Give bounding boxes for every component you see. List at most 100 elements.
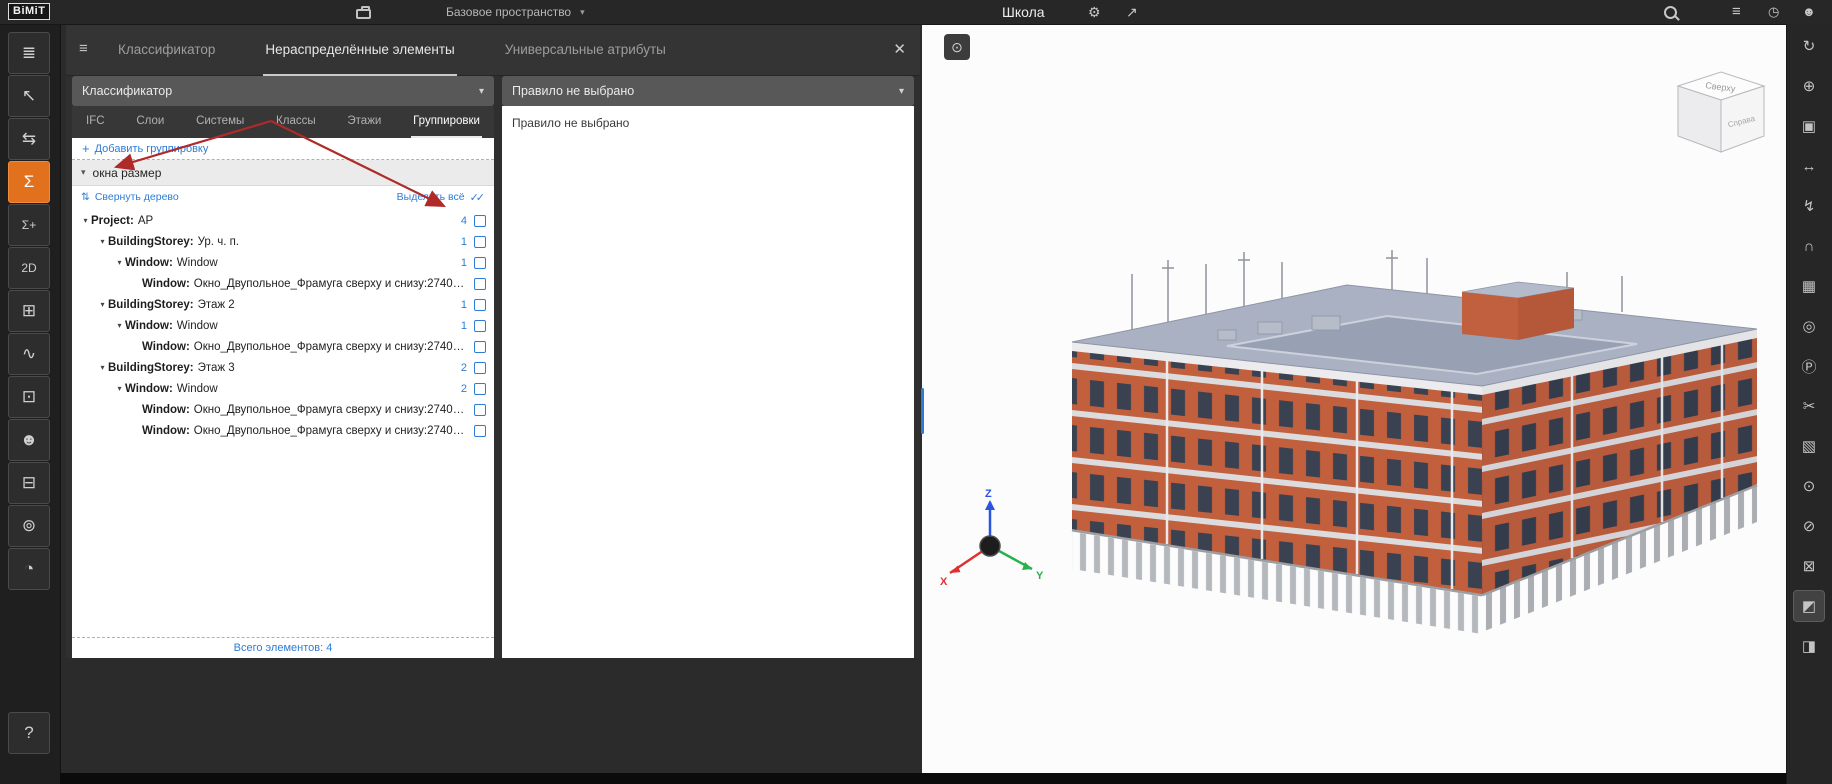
grid-icon[interactable]: ▦: [1793, 270, 1825, 302]
tree-row-checkbox[interactable]: [474, 299, 486, 311]
tree-expand-icon[interactable]: ▾: [114, 321, 125, 330]
history-icon[interactable]: ◷: [1768, 0, 1779, 24]
section-icon[interactable]: ✂: [1793, 390, 1825, 422]
tree-row[interactable]: ▾Window:Window2: [72, 378, 494, 399]
selection-frame-icon[interactable]: ▧: [1793, 430, 1825, 462]
select-elements-icon[interactable]: ↖: [8, 75, 50, 117]
tree-row-checkbox[interactable]: [474, 236, 486, 248]
viewport-3d[interactable]: ⊙: [922, 24, 1786, 773]
tree-row-type: Window:: [142, 425, 190, 437]
tree-expand-icon[interactable]: ▾: [114, 258, 125, 267]
tree-row[interactable]: ▾BuildingStorey:Ур. ч. п.1: [72, 231, 494, 252]
tab-unallocated-elements[interactable]: Нераспределённые элементы: [263, 24, 456, 76]
tree-row-checkbox[interactable]: [474, 362, 486, 374]
pan-icon[interactable]: ⊕: [1793, 70, 1825, 102]
tree-row[interactable]: Window:Окно_Двупольное_Фрамуга сверху и …: [72, 399, 494, 420]
tree-row-checkbox[interactable]: [474, 425, 486, 437]
select-all-button[interactable]: Выделить всё ✓✓: [397, 191, 485, 204]
tree-row-checkbox[interactable]: [474, 383, 486, 395]
tree-row-type: Window:: [125, 257, 173, 269]
clip-icon[interactable]: ◩: [1793, 590, 1825, 622]
elements-tree: ▾Project:AP4▾BuildingStorey:Ур. ч. п.1▾W…: [72, 208, 494, 637]
ghost-icon[interactable]: ◨: [1793, 630, 1825, 662]
tree-row-value: Ур. ч. п.: [198, 236, 239, 248]
tree-row[interactable]: ▾Project:AP4: [72, 210, 494, 231]
hide-icon[interactable]: ⊘: [1793, 510, 1825, 542]
tree-row[interactable]: ▾BuildingStorey:Этаж 32: [72, 357, 494, 378]
help-icon[interactable]: ?: [8, 712, 50, 754]
navigation-cube[interactable]: Сверху Справа: [1666, 60, 1776, 160]
plugins-icon[interactable]: ⊡: [8, 376, 50, 418]
tree-row[interactable]: ▾Window:Window1: [72, 252, 494, 273]
close-icon[interactable]: ✕: [893, 40, 906, 58]
tree-row[interactable]: ▾BuildingStorey:Этаж 21: [72, 294, 494, 315]
subtab-groupings[interactable]: Группировки: [411, 106, 482, 138]
tree-row-checkbox[interactable]: [474, 320, 486, 332]
hierarchy-icon[interactable]: ⊞: [8, 290, 50, 332]
isolate-icon[interactable]: ⊠: [1793, 550, 1825, 582]
tree-row[interactable]: Window: Окно_Двупольное_Фрамуга сверху и …: [72, 420, 494, 441]
subtab-classes[interactable]: Классы: [274, 106, 318, 138]
tree-row[interactable]: Window:Окно_Двупольное_Фрамуга сверху и …: [72, 336, 494, 357]
axis-x-label: X: [940, 576, 948, 588]
rule-dropdown[interactable]: Правило не выбрано ▾: [502, 76, 914, 106]
axis-gizmo[interactable]: X Y Z: [930, 486, 1050, 606]
add-grouping-button[interactable]: + Добавить группировку: [72, 138, 494, 160]
dashboard-icon[interactable]: ◔: [8, 548, 50, 590]
tree-row-checkbox[interactable]: [474, 257, 486, 269]
2d-view-icon[interactable]: 2D: [8, 247, 50, 289]
tree-row-value: Окно_Двупольное_Фрамуга сверху и снизу:2…: [194, 425, 467, 437]
collapse-tree-button[interactable]: ⇅ Свернуть дерево: [81, 191, 179, 203]
focus-icon[interactable]: ◎: [1793, 310, 1825, 342]
tree-expand-icon[interactable]: ▾: [114, 384, 125, 393]
tree-row-value: Окно_Двупольное_Фрамуга сверху и снизу:2…: [194, 404, 467, 416]
tree-row-checkbox[interactable]: [474, 341, 486, 353]
search-icon[interactable]: [1664, 6, 1677, 19]
tree-row-value: Окно_Двупольное_Фрамуга сверху и снизу:2…: [194, 278, 467, 290]
user-location-icon[interactable]: ⊚: [8, 505, 50, 547]
views-icon[interactable]: ▣: [1793, 110, 1825, 142]
tree-row-checkbox[interactable]: [474, 215, 486, 227]
links-icon[interactable]: ⇆: [8, 118, 50, 160]
tree-expand-icon[interactable]: ▾: [97, 300, 108, 309]
share-icon[interactable]: ↗: [1126, 0, 1138, 24]
subtab-storeys[interactable]: Этажи: [345, 106, 383, 138]
subtab-layers[interactable]: Слои: [134, 106, 166, 138]
workspace-selector[interactable]: Базовое пространство ▾: [446, 0, 585, 24]
snap-icon[interactable]: ∩: [1793, 230, 1825, 262]
tree-row-value: Этаж 3: [198, 362, 235, 374]
tree-row[interactable]: ▾Window:Window1: [72, 315, 494, 336]
tree-row[interactable]: Window:Окно_Двупольное_Фрамуга сверху и …: [72, 273, 494, 294]
classifier-plus-icon[interactable]: Σ+: [8, 204, 50, 246]
menu-icon[interactable]: ≡: [1732, 0, 1741, 24]
panel-scrollbar[interactable]: [921, 388, 924, 434]
viewport-capture-icon[interactable]: ⊙: [944, 34, 970, 60]
subtab-systems[interactable]: Системы: [194, 106, 246, 138]
users-icon[interactable]: ☻: [8, 419, 50, 461]
clash-icon[interactable]: ↯: [1793, 190, 1825, 222]
measure-icon[interactable]: ↔: [1793, 150, 1825, 182]
workspace-label: Базовое пространство: [446, 5, 571, 19]
charts-icon[interactable]: ∿: [8, 333, 50, 375]
grouping-item[interactable]: ▾ окна размер: [72, 160, 494, 186]
shared-folder-icon[interactable]: ⊟: [8, 462, 50, 504]
settings-gear-icon[interactable]: ⚙: [1088, 0, 1101, 24]
tab-classifier[interactable]: Классификатор: [116, 24, 217, 76]
show-icon[interactable]: ⊙: [1793, 470, 1825, 502]
model-structure-icon[interactable]: ≣: [8, 32, 50, 74]
tree-expand-icon[interactable]: ▾: [97, 237, 108, 246]
tree-row-checkbox[interactable]: [474, 404, 486, 416]
classifier-dropdown[interactable]: Классификатор ▾: [72, 76, 494, 106]
tree-row-type: BuildingStorey:: [108, 362, 194, 374]
orbit-icon[interactable]: ↻: [1793, 30, 1825, 62]
tree-row-type: Project:: [91, 215, 134, 227]
tree-row-checkbox[interactable]: [474, 278, 486, 290]
tree-expand-icon[interactable]: ▾: [80, 216, 91, 225]
subtab-ifc[interactable]: IFC: [84, 106, 107, 138]
panel-menu-icon[interactable]: ≡: [79, 41, 88, 57]
properties-icon[interactable]: Ⓟ: [1793, 350, 1825, 382]
classifier-icon[interactable]: Σ: [8, 161, 50, 203]
tab-universal-attributes[interactable]: Универсальные атрибуты: [503, 24, 668, 76]
tree-expand-icon[interactable]: ▾: [97, 363, 108, 372]
profile-icon[interactable]: ☻: [1802, 0, 1816, 24]
